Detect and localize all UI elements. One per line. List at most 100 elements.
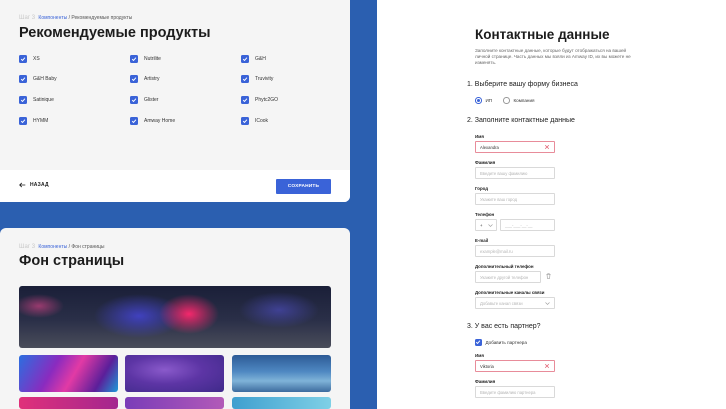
checkbox-checked-icon	[19, 75, 27, 83]
partner-first-name-value: Viktoria	[480, 363, 494, 369]
partner-first-name-label: Имя	[475, 353, 484, 358]
partner-last-name-label: Фамилия	[475, 379, 496, 384]
phone-code-select[interactable]: +	[475, 219, 497, 231]
checkbox-label: Phytc2GO	[255, 97, 279, 103]
clear-icon[interactable]	[544, 363, 550, 369]
product-checkbox-artistry[interactable]: Artistry	[130, 75, 160, 83]
background-option-5[interactable]	[125, 397, 224, 409]
email-input[interactable]: example@mail.ru	[475, 245, 555, 257]
chevron-down-icon	[488, 224, 493, 227]
checkbox-checked-icon	[19, 117, 27, 125]
product-checkbox-gh[interactable]: G&H	[241, 55, 266, 63]
save-button[interactable]: СОХРАНИТЬ	[276, 179, 331, 194]
checkbox-checked-icon	[19, 96, 27, 104]
checkbox-checked-icon	[130, 117, 138, 125]
product-checkbox-truvivity[interactable]: Truvivity	[241, 75, 273, 83]
product-checkbox-phytc2go[interactable]: Phytc2GO	[241, 96, 278, 104]
product-checkbox-gh-baby[interactable]: G&H Baby	[19, 75, 57, 83]
checkbox-label: ICook	[255, 118, 269, 124]
product-checkbox-xs[interactable]: XS	[19, 55, 40, 63]
breadcrumb-step: Шаг 3	[19, 15, 36, 21]
radio-selected-icon	[475, 97, 482, 104]
checkbox-label: Amway Home	[144, 118, 176, 124]
checkbox-label: Nutrilite	[144, 56, 161, 62]
product-checkbox-icook[interactable]: ICook	[241, 117, 268, 125]
page-title: Фон страницы	[19, 253, 125, 269]
checkbox-label: Artistry	[144, 76, 160, 82]
checkbox-label: G&H	[255, 56, 266, 62]
checkbox-checked-icon	[130, 96, 138, 104]
extra-phone-label: Дополнительный телефон	[475, 264, 534, 269]
checkbox-checked-icon	[241, 55, 249, 63]
extra-phone-placeholder: Укажите другой телефон	[480, 274, 529, 280]
contact-details-intro: Заполните контактные данные, которые буд…	[475, 48, 631, 66]
checkbox-checked-icon	[241, 117, 249, 125]
city-input[interactable]: Укажите ваш город	[475, 193, 555, 205]
section-partner: 3. У вас есть партнер?	[467, 323, 541, 330]
first-name-value: Alexandra	[480, 144, 499, 150]
checkbox-checked-icon	[241, 96, 249, 104]
product-checkbox-amway-home[interactable]: Amway Home	[130, 117, 175, 125]
add-partner-checkbox[interactable]: Добавить партнера	[475, 339, 527, 346]
phone-label: Телефон	[475, 212, 495, 217]
page-background-card: Шаг 3 Компоненты / Фон страницы Фон стра…	[0, 228, 350, 409]
background-preview-image[interactable]	[19, 286, 331, 348]
checkbox-label: Satinique	[33, 97, 54, 103]
breadcrumb-link-components[interactable]: Компоненты	[38, 15, 67, 21]
checkbox-checked-icon	[130, 55, 138, 63]
phone-placeholder: ___-___-__-__	[505, 222, 533, 228]
breadcrumb: Шаг 3 Компоненты / Рекомендуемые продукт…	[19, 15, 132, 21]
background-option-6[interactable]	[232, 397, 331, 409]
email-placeholder: example@mail.ru	[480, 248, 513, 254]
checkbox-label: Glister	[144, 97, 159, 103]
extra-phone-input[interactable]: Укажите другой телефон	[475, 271, 541, 283]
extra-channels-label: Дополнительные каналы связи	[475, 290, 545, 295]
product-checkbox-satinique[interactable]: Satinique	[19, 96, 54, 104]
product-checkbox-hymm[interactable]: HYMM	[19, 117, 48, 125]
back-button[interactable]: НАЗАД	[19, 182, 49, 188]
product-checkbox-glister[interactable]: Glister	[130, 96, 158, 104]
checkbox-label: Truvivity	[255, 76, 274, 82]
checkbox-checked-icon	[19, 55, 27, 63]
clear-icon[interactable]	[544, 144, 550, 150]
checkbox-checked-icon	[130, 75, 138, 83]
phone-number-input[interactable]: ___-___-__-__	[500, 219, 555, 231]
radio-ip[interactable]: ИП	[475, 97, 492, 104]
checkbox-label: Добавить партнера	[485, 339, 527, 345]
arrow-left-icon	[19, 182, 26, 188]
breadcrumb-step: Шаг 3	[19, 244, 36, 250]
checkbox-label: G&H Baby	[33, 76, 57, 82]
extra-channels-placeholder: Добавьте канал связи	[480, 300, 523, 306]
back-button-label: НАЗАД	[30, 182, 49, 188]
last-name-input[interactable]: Введите вашу фамилию	[475, 167, 555, 179]
radio-unselected-icon	[503, 97, 510, 104]
breadcrumb-current: / Рекомендуемые продукты	[68, 15, 133, 21]
background-option-1[interactable]	[19, 355, 118, 392]
city-label: Город	[475, 186, 489, 191]
partner-first-name-input[interactable]: Viktoria	[475, 360, 555, 372]
breadcrumb: Шаг 3 Компоненты / Фон страницы	[19, 244, 105, 250]
breadcrumb-link-components[interactable]: Компоненты	[38, 244, 67, 250]
product-checkbox-nutrilite[interactable]: Nutrilite	[130, 55, 161, 63]
background-option-3[interactable]	[232, 355, 331, 392]
background-option-2[interactable]	[125, 355, 224, 392]
last-name-placeholder: Введите вашу фамилию	[480, 170, 528, 176]
first-name-input[interactable]: Alexandra	[475, 141, 555, 153]
phone-code-value: +	[480, 222, 483, 228]
radio-label: Компания	[513, 97, 535, 103]
background-option-4[interactable]	[19, 397, 118, 409]
partner-last-name-input[interactable]: Введите фамилию партнера	[475, 386, 555, 398]
contact-details-title: Контактные данные	[475, 27, 610, 42]
radio-label: ИП	[485, 97, 493, 103]
extra-channels-select[interactable]: Добавьте канал связи	[475, 297, 555, 309]
section-contact-details: 2. Заполните контактные данные	[467, 117, 575, 124]
checkbox-checked-icon	[241, 75, 249, 83]
trash-icon[interactable]	[546, 273, 551, 279]
city-placeholder: Укажите ваш город	[480, 196, 518, 202]
page-title: Рекомендуемые продукты	[19, 25, 211, 41]
last-name-label: Фамилия	[475, 160, 496, 165]
checkbox-label: HYMM	[33, 118, 49, 124]
radio-company[interactable]: Компания	[503, 97, 535, 104]
breadcrumb-current: / Фон страницы	[68, 244, 105, 250]
checkbox-checked-icon	[475, 339, 482, 346]
